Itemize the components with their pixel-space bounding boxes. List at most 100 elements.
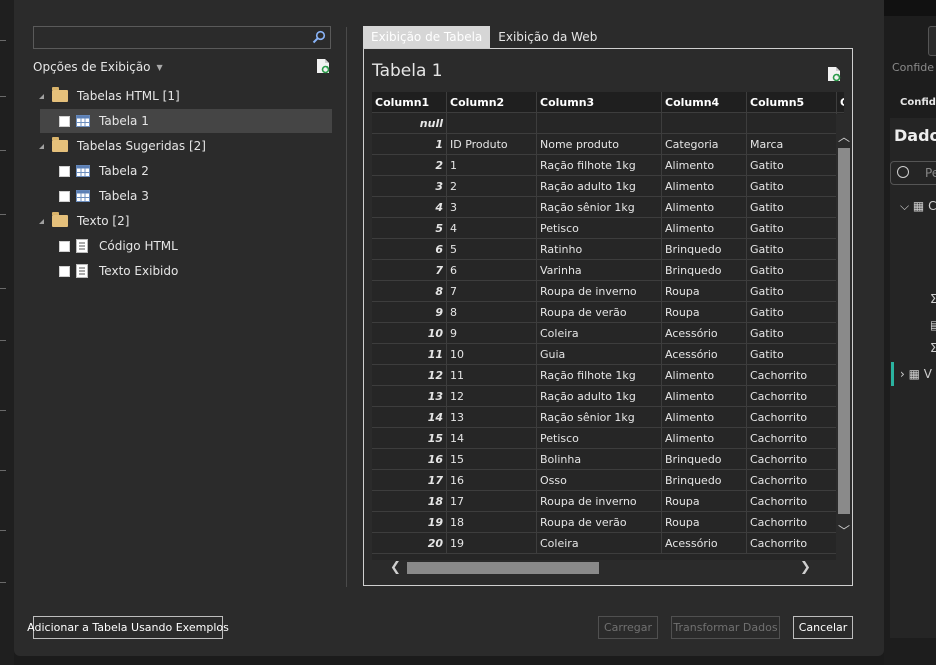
table-cell: Roupa de verão bbox=[537, 512, 662, 533]
tree-folder-text[interactable]: Texto [2] bbox=[39, 209, 129, 233]
tree-folder-label: Texto [2] bbox=[77, 214, 130, 228]
row-index-cell: 8 bbox=[372, 281, 447, 302]
table-cell: Alimento bbox=[662, 197, 747, 218]
table-cell: Petisco bbox=[537, 218, 662, 239]
sensitivity-label: Confide bbox=[892, 61, 935, 74]
table-cell: Ratinho bbox=[537, 239, 662, 260]
checkbox[interactable] bbox=[59, 115, 70, 127]
tree-folder-html-tables[interactable]: Tabelas HTML [1] bbox=[39, 84, 180, 108]
tab-web-view[interactable]: Exibição da Web bbox=[490, 26, 605, 48]
table-cell: Cachorrito bbox=[747, 428, 837, 449]
tree-item-label: Tabela 3 bbox=[99, 189, 149, 203]
chevron-down-icon: ▼ bbox=[156, 63, 163, 72]
transform-data-button[interactable]: Transformar Dados bbox=[671, 616, 780, 639]
load-button[interactable]: Carregar bbox=[598, 616, 658, 639]
table-cell: 17 bbox=[447, 491, 537, 512]
background-left-strip bbox=[0, 0, 14, 665]
display-options-label: Opções de Exibição bbox=[33, 60, 151, 74]
column-header[interactable]: Column3 bbox=[537, 92, 662, 113]
table-cell: Gatito bbox=[747, 176, 837, 197]
scroll-left-icon[interactable]: ❮ bbox=[390, 560, 401, 575]
table-cell: Cachorrito bbox=[747, 512, 837, 533]
column-header[interactable]: Column4 bbox=[662, 92, 747, 113]
tree-item-texto-exibido[interactable]: Texto Exibido bbox=[59, 259, 178, 283]
table-cell: Bolinha bbox=[537, 449, 662, 470]
table-cell: ID Produto bbox=[447, 134, 537, 155]
scrollbar-thumb[interactable] bbox=[407, 562, 599, 574]
table-row: 11 10 Guia Acessório Gatito bbox=[372, 344, 844, 365]
column-header[interactable]: Column5 bbox=[747, 92, 837, 113]
sensitivity-button[interactable] bbox=[928, 26, 936, 56]
tree-folder-suggested-tables[interactable]: Tabelas Sugeridas [2] bbox=[39, 134, 206, 158]
row-index-cell: 5 bbox=[372, 218, 447, 239]
table-row: 9 8 Roupa de verão Roupa Gatito bbox=[372, 302, 844, 323]
table-row: 12 11 Ração filhote 1kg Alimento Cachorrito bbox=[372, 365, 844, 386]
table-cell: Roupa de verão bbox=[537, 302, 662, 323]
table-cell: Ração filhote 1kg bbox=[537, 155, 662, 176]
sensitivity-tab[interactable]: Confide bbox=[900, 97, 936, 108]
vertical-scrollbar[interactable]: ︿ ﹀ bbox=[836, 114, 851, 560]
table-row: 7 6 Varinha Brinquedo Gatito bbox=[372, 260, 844, 281]
button-label: Carregar bbox=[603, 621, 653, 634]
collapse-icon[interactable] bbox=[39, 218, 44, 224]
table-row: 15 14 Petisco Alimento Cachorrito bbox=[372, 428, 844, 449]
row-index-cell: 2 bbox=[372, 155, 447, 176]
navigator-search-input[interactable] bbox=[33, 26, 331, 49]
scroll-right-icon[interactable]: ❯ bbox=[800, 560, 811, 575]
row-index-cell: 4 bbox=[372, 197, 447, 218]
tree-item-tabela-1[interactable]: Tabela 1 bbox=[40, 109, 332, 133]
table-row: 17 16 Osso Brinquedo Cachorrito bbox=[372, 470, 844, 491]
table-cell: Coleira bbox=[537, 323, 662, 344]
table-cell: Gatito bbox=[747, 218, 837, 239]
column-header[interactable]: Column2 bbox=[447, 92, 537, 113]
refresh-icon[interactable] bbox=[827, 66, 841, 82]
row-index-cell: 11 bbox=[372, 344, 447, 365]
checkbox[interactable] bbox=[59, 190, 70, 202]
cancel-button[interactable]: Cancelar bbox=[793, 616, 853, 639]
background-topbar bbox=[884, 0, 936, 16]
row-index-cell: 19 bbox=[372, 512, 447, 533]
scroll-up-icon[interactable]: ︿ bbox=[838, 128, 850, 145]
scrollbar-thumb[interactable] bbox=[838, 148, 850, 514]
add-table-using-examples-button[interactable]: Adicionar a Tabela Usando Exemplos bbox=[27, 616, 229, 639]
checkbox[interactable] bbox=[59, 265, 70, 277]
row-index-cell: 7 bbox=[372, 260, 447, 281]
row-index-cell: 10 bbox=[372, 323, 447, 344]
table-cell: Brinquedo bbox=[662, 449, 747, 470]
display-options-dropdown[interactable]: Opções de Exibição ▼ bbox=[33, 60, 163, 74]
collapse-icon[interactable] bbox=[39, 93, 44, 99]
table-cell: Ração adulto 1kg bbox=[537, 176, 662, 197]
table-cell: Varinha bbox=[537, 260, 662, 281]
tree-item-label: Código HTML bbox=[99, 239, 178, 253]
refresh-icon[interactable] bbox=[316, 58, 330, 74]
document-icon bbox=[76, 239, 88, 253]
row-index-cell: 16 bbox=[372, 449, 447, 470]
table-row: 5 4 Petisco Alimento Gatito bbox=[372, 218, 844, 239]
table-row: 1 ID Produto Nome produto Categoria Marca bbox=[372, 134, 844, 155]
column-header[interactable]: C bbox=[837, 92, 844, 113]
table-cell: 5 bbox=[447, 239, 537, 260]
table-cell: Cachorrito bbox=[747, 386, 837, 407]
data-pane-tree-item-label: C bbox=[928, 199, 936, 213]
table-cell: Alimento bbox=[662, 176, 747, 197]
table-row: 8 7 Roupa de inverno Roupa Gatito bbox=[372, 281, 844, 302]
table-cell: Alimento bbox=[662, 407, 747, 428]
table-cell: Brinquedo bbox=[662, 260, 747, 281]
table-cell: Marca bbox=[747, 134, 837, 155]
table-cell: Osso bbox=[537, 470, 662, 491]
tree-item-tabela-3[interactable]: Tabela 3 bbox=[59, 184, 149, 208]
data-pane-tree-item[interactable]: › ▦ V bbox=[900, 367, 932, 381]
horizontal-scrollbar[interactable]: ❮ ❯ bbox=[372, 560, 828, 576]
column-header[interactable]: Column1 bbox=[372, 92, 447, 113]
tree-item-tabela-2[interactable]: Tabela 2 bbox=[59, 159, 149, 183]
collapse-icon[interactable] bbox=[39, 143, 44, 149]
scroll-down-icon[interactable]: ﹀ bbox=[838, 522, 850, 539]
checkbox[interactable] bbox=[59, 240, 70, 252]
table-cell: Alimento bbox=[662, 365, 747, 386]
tab-table-view[interactable]: Exibição de Tabela bbox=[363, 26, 491, 48]
data-pane-tree-item[interactable]: ⌵ ▦ C bbox=[900, 199, 936, 214]
table-cell: Alimento bbox=[662, 428, 747, 449]
row-index-cell: 1 bbox=[372, 134, 447, 155]
checkbox[interactable] bbox=[59, 165, 70, 177]
tree-item-codigo-html[interactable]: Código HTML bbox=[59, 234, 178, 258]
